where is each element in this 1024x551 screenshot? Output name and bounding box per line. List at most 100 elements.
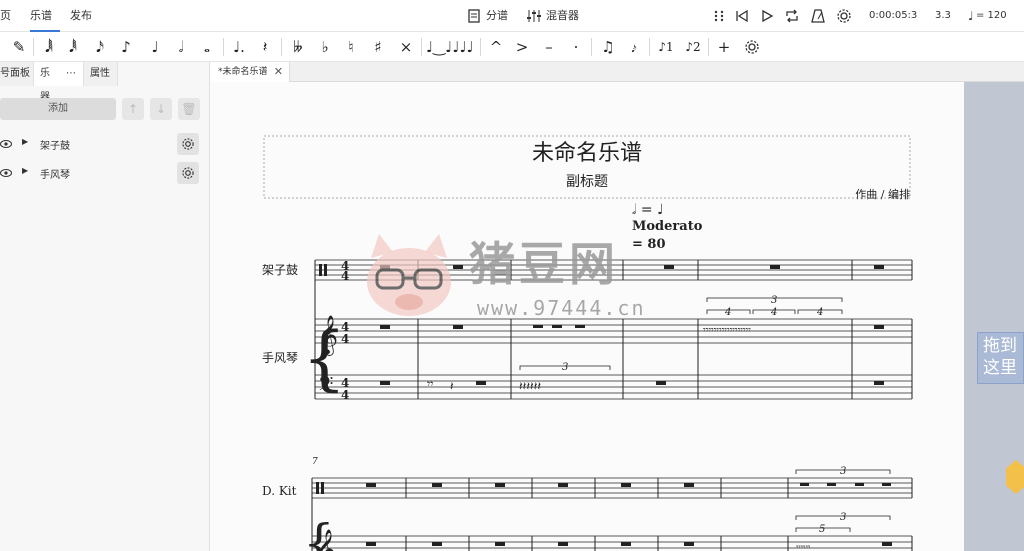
add-instrument-button[interactable]: 添加 [0, 98, 116, 120]
toolbar-divider [421, 38, 422, 56]
svg-text:𝄾𝄾: 𝄾𝄾 [427, 377, 433, 391]
double-sharp-icon[interactable]: × [395, 37, 417, 57]
pig-mascot-icon [367, 234, 451, 316]
flat-icon[interactable]: ♭ [314, 37, 336, 57]
tuplet-icon[interactable]: ♫ [597, 37, 619, 57]
close-icon[interactable]: ✕ [274, 62, 283, 82]
document-tab-title: *未命名乐谱 [218, 67, 268, 77]
time-signatures: 44 44 44 [341, 259, 349, 402]
watermark-title: 猪豆网 [469, 237, 619, 291]
tempo-modulation: 𝅗𝅥 = ♩ [632, 202, 664, 218]
instrument-settings-button[interactable] [177, 133, 199, 155]
move-down-button[interactable]: ↓ [150, 98, 172, 120]
pencil-icon[interactable]: ✎ [8, 37, 30, 57]
instrument-row[interactable]: ▶ 手风琴 [0, 162, 210, 184]
parts-icon[interactable] [466, 8, 482, 24]
svg-text:𝄾𝄾𝄾𝄾𝄾𝄾𝄾𝄾𝄾𝄾𝄾𝄾𝄾𝄾𝄾: 𝄾𝄾𝄾𝄾𝄾𝄾𝄾𝄾𝄾𝄾𝄾𝄾𝄾𝄾𝄾𝄾𝄾𝄾 [703, 325, 751, 336]
gear-icon [182, 138, 194, 150]
tenuto-icon[interactable]: – [538, 37, 560, 57]
svg-text:3: 3 [840, 512, 846, 523]
percussion-clef [319, 264, 322, 276]
delete-button[interactable]: 🗑 [178, 98, 200, 120]
quarter-note-icon[interactable]: ♩ [144, 37, 166, 57]
visibility-eye-icon[interactable] [0, 138, 12, 150]
parts-label[interactable]: 分谱 [486, 0, 508, 32]
svg-text:4: 4 [341, 332, 349, 346]
drag-handle-icon[interactable] [711, 8, 727, 24]
loop-icon[interactable] [784, 8, 800, 24]
sharp-icon[interactable]: ♯ [367, 37, 389, 57]
toolbar-divider [480, 38, 481, 56]
score-subtitle: 副标题 [566, 174, 608, 190]
treble-clef: 𝄞 [318, 315, 338, 356]
svg-text:4: 4 [770, 307, 777, 318]
svg-text:3: 3 [562, 362, 568, 373]
staff-label-dkit: D. Kit [262, 484, 297, 498]
top-bar: 页 乐谱 发布 分谱 混音器 0:00:05:3 3.3 ♩ = 120 [0, 0, 1024, 32]
expand-arrow-icon[interactable]: ▶ [22, 137, 28, 146]
svg-text:4: 4 [724, 307, 731, 318]
instrument-settings-button[interactable] [177, 162, 199, 184]
toolbar-settings-gear-icon[interactable] [744, 39, 760, 55]
tab-more[interactable]: ⋯ [60, 62, 84, 86]
menu-tab-publish[interactable]: 发布 [70, 0, 92, 32]
tempo-readout: = 120 [976, 10, 1007, 21]
document-tab[interactable]: *未命名乐谱 ✕ [210, 62, 290, 82]
settings-gear-icon[interactable] [836, 8, 852, 24]
toolbar-divider [591, 38, 592, 56]
sixty-fourth-note-icon[interactable]: 𝅘𝅥𝅲 [38, 37, 60, 57]
visibility-eye-icon[interactable] [0, 167, 12, 179]
tab-properties[interactable]: 属性 [84, 62, 118, 86]
accent-icon[interactable]: > [511, 37, 533, 57]
voice-2-icon[interactable]: ♪2 [682, 37, 704, 57]
voice-1-icon[interactable]: ♪1 [655, 37, 677, 57]
grace-note-icon[interactable]: 𝆔 [623, 37, 645, 57]
half-note-icon[interactable]: 𝅗𝅥 [170, 37, 192, 57]
instrument-name: 手风琴 [40, 170, 70, 181]
document-tab-bar: *未命名乐谱 ✕ [210, 62, 1024, 82]
eighth-rests-2: 𝄾𝄾𝄾𝄾𝄾𝄾 [796, 543, 811, 551]
staff-label-drums: 架子鼓 [262, 263, 298, 277]
mixer-label[interactable]: 混音器 [546, 0, 579, 32]
svg-text:4: 4 [341, 269, 349, 283]
double-flat-icon[interactable]: 𝄫 [287, 37, 309, 57]
add-icon[interactable]: + [713, 37, 735, 57]
barlines-2 [311, 478, 913, 551]
eighth-note-icon[interactable]: ♪ [115, 37, 137, 57]
tie-icon[interactable]: ♩‿♩ [426, 37, 452, 57]
bass-clef: 𝄢 [318, 372, 333, 400]
instrument-row[interactable]: ▶ 架子鼓 [0, 133, 210, 155]
treble-staff-2 [312, 535, 912, 549]
toolbar-divider [281, 38, 282, 56]
rest-icon[interactable]: 𝄽 [254, 37, 276, 57]
slur-icon[interactable]: ♩♩♩ [452, 37, 474, 57]
marcato-icon[interactable]: ^ [485, 37, 507, 57]
svg-text:4: 4 [341, 388, 349, 402]
natural-icon[interactable]: ♮ [340, 37, 362, 57]
mixer-icon[interactable] [526, 8, 542, 24]
dotted-note-icon[interactable]: ♩. [228, 37, 250, 57]
thirty-second-note-icon[interactable]: 𝅘𝅥𝅱 [62, 37, 84, 57]
whole-note-icon[interactable]: 𝅝 [196, 37, 218, 57]
play-icon[interactable] [759, 8, 775, 24]
expand-arrow-icon[interactable]: ▶ [22, 166, 28, 175]
tuplet-numbers-2: 3 3 5 [819, 466, 846, 535]
instrument-name: 架子鼓 [40, 141, 70, 152]
rewind-icon[interactable] [734, 8, 750, 24]
move-up-button[interactable]: ↑ [122, 98, 144, 120]
score-composer: 作曲 / 编排 [855, 187, 910, 201]
staccato-icon[interactable]: · [565, 37, 587, 57]
tab-palette[interactable]: 号面板 [0, 62, 34, 86]
left-panel: 号面板 乐器 ⋯ 属性 添加 ↑ ↓ 🗑 ▶ 架子鼓 ▶ 手风琴 [0, 62, 210, 551]
measure-number: 7 [312, 457, 318, 467]
metronome-icon[interactable] [810, 8, 826, 24]
menu-tab-home[interactable]: 页 [0, 0, 11, 32]
watermark-url: www.97444.cn [477, 296, 646, 320]
drop-here-box[interactable]: 拖到这里 [977, 332, 1024, 384]
sixteenth-note-icon[interactable]: 𝅘𝅥𝅯 [89, 37, 111, 57]
drum-staff-2 [312, 477, 912, 499]
menu-tab-score[interactable]: 乐谱 [30, 0, 60, 32]
staff-label-accordion: 手风琴 [262, 351, 298, 365]
tempo-note-icon: ♩ [968, 9, 974, 23]
watermark-logo: 猪豆网 www.97444.cn [359, 228, 679, 328]
